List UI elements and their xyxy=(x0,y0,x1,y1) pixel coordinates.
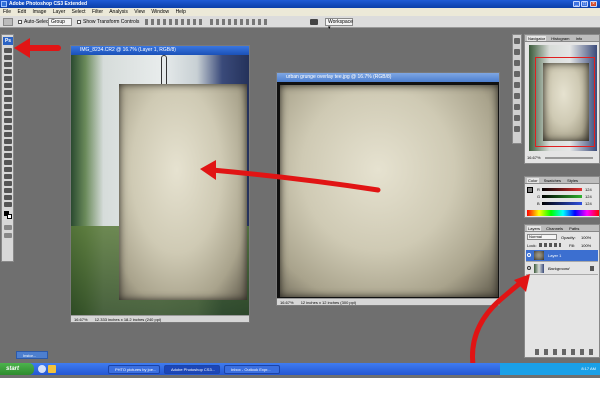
annotation-overlay xyxy=(14,38,530,375)
taskbar-button-label: Adobe Photoshop CS3... xyxy=(171,367,216,372)
annotation-arrow-canvas xyxy=(200,160,381,193)
quick-launch-folder-icon[interactable] xyxy=(48,365,56,373)
start-label: start xyxy=(6,366,20,372)
taskbar-button-pictures[interactable]: PHTO pictures by joe... xyxy=(108,365,160,374)
taskbar-button-photoshop[interactable]: Adobe Photoshop CS3... xyxy=(164,365,220,374)
clock[interactable]: 8:17 AM xyxy=(581,366,596,371)
taskbar-button-label: PHTO pictures by joe... xyxy=(115,367,157,372)
taskbar-button-outlook[interactable]: Inbox - Outlook Expr... xyxy=(224,365,280,374)
photoshop-window: Adobe Photoshop CS3 Extended _ □ × File … xyxy=(0,0,600,378)
system-tray: 8:17 AM xyxy=(500,363,600,375)
taskbar-button-label: Inbox - Outlook Expr... xyxy=(231,367,271,372)
annotation-arrow-toolbox xyxy=(14,38,61,58)
quick-launch-ie-icon[interactable] xyxy=(38,365,46,373)
annotation-arrow-layers xyxy=(469,274,530,375)
start-button[interactable]: start xyxy=(0,363,34,375)
